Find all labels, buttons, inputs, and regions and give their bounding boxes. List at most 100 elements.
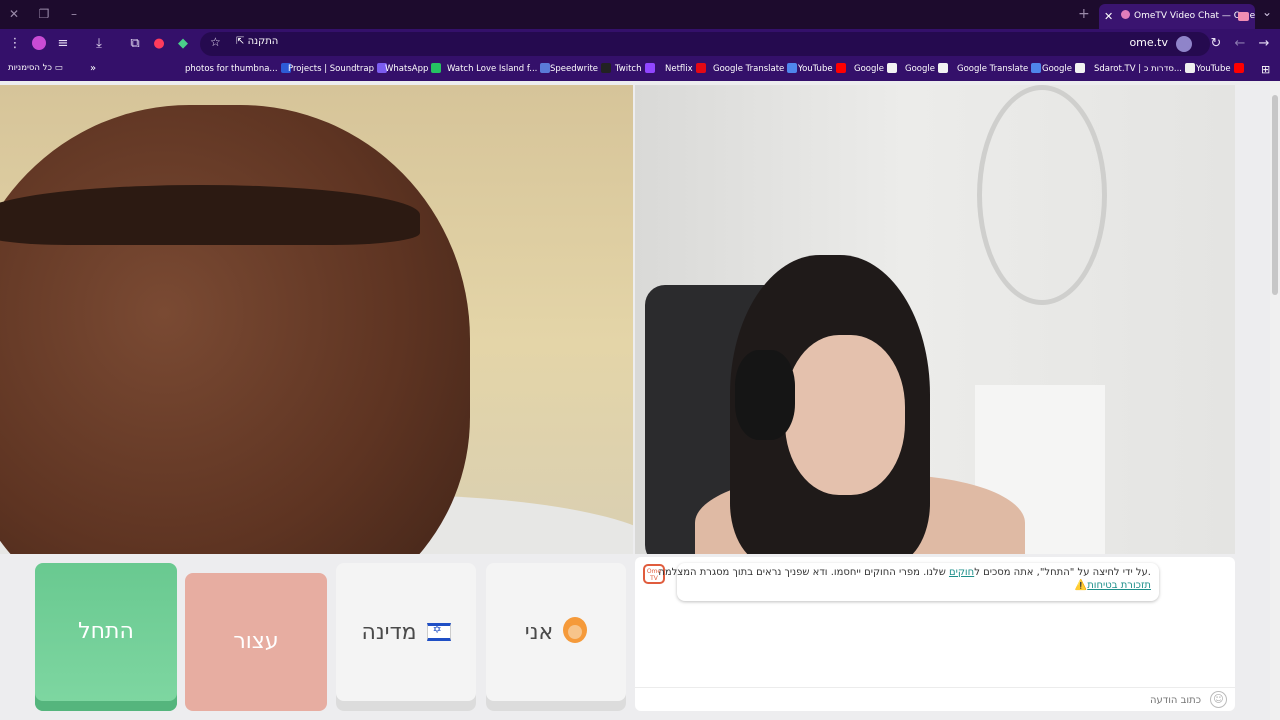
bookmark-favicon-icon xyxy=(1031,63,1042,73)
extension-red-icon[interactable]: ● xyxy=(151,36,167,52)
url-text: ome.tv xyxy=(1129,36,1168,49)
self-video xyxy=(635,85,1235,554)
apps-grid-icon[interactable]: ⊞ xyxy=(1261,63,1270,76)
bookmark-label: YouTube xyxy=(798,64,833,74)
bookmark-item[interactable]: Google xyxy=(854,63,897,74)
install-app-button[interactable]: ⇱ התקנה xyxy=(236,36,278,47)
bookmark-star-icon[interactable]: ☆ xyxy=(210,35,221,49)
bookmark-label: WhatsApp xyxy=(385,64,429,74)
site-info-icon[interactable] xyxy=(1176,36,1192,52)
bookmark-item[interactable]: Google Translate xyxy=(957,63,1042,74)
video-mirror xyxy=(977,85,1107,305)
bookmark-item[interactable]: WhatsApp xyxy=(385,63,442,74)
notice-text: .על ידי לחיצה על "התחל", אתה מסכים לחוקי… xyxy=(658,567,1151,578)
profile-icon[interactable] xyxy=(31,36,47,52)
chat-panel: Ome TV .על ידי לחיצה על "התחל", אתה מסכי… xyxy=(635,557,1235,711)
tab-search-chevron-icon[interactable]: ⌄ xyxy=(1262,5,1272,19)
download-icon[interactable]: ⤓ xyxy=(91,36,107,52)
video-headphones xyxy=(735,350,795,440)
bookmark-item[interactable]: Speedwrite xyxy=(550,63,612,74)
tab-ometv[interactable]: ✕ OmeTV Video Chat — Ome xyxy=(1099,4,1255,29)
bookmark-label: photos for thumbna... xyxy=(185,64,278,74)
bookmark-favicon-icon xyxy=(787,63,798,73)
message-input[interactable] xyxy=(641,691,1201,709)
bookmark-label: YouTube xyxy=(1196,64,1231,74)
bookmark-favicon-icon xyxy=(1185,63,1195,73)
start-label: התחל xyxy=(78,619,134,644)
tab-bar: ✕ ❐ – + ✕ OmeTV Video Chat — Ome ⌄ xyxy=(0,0,1280,29)
bookmark-item[interactable]: Projects | Soundtrap xyxy=(288,63,387,74)
page-scrollbar[interactable] xyxy=(1270,81,1280,720)
bookmark-item[interactable]: Twitch xyxy=(615,63,655,74)
menu-icon[interactable]: ⋮ xyxy=(7,36,23,52)
bookmark-item[interactable]: YouTube xyxy=(1196,63,1244,74)
bookmark-label: Google Translate xyxy=(713,64,785,74)
video-person-face xyxy=(785,335,905,495)
start-button[interactable]: התחל xyxy=(35,563,177,711)
bookmark-item[interactable]: YouTube xyxy=(798,63,846,74)
bookmark-item[interactable]: photos for thumbna... xyxy=(185,63,291,74)
bookmark-favicon-icon xyxy=(601,63,612,73)
chat-input-bar: ☺ xyxy=(635,687,1235,711)
bookmark-item[interactable]: Watch Love Island f... xyxy=(447,63,551,74)
bookmark-label: Projects | Soundtrap xyxy=(288,64,374,74)
emoji-icon[interactable]: ☺ xyxy=(1210,691,1227,708)
bookmark-label: Google xyxy=(905,64,935,74)
forward-icon[interactable]: ← xyxy=(1232,36,1248,52)
country-button[interactable]: מדינה xyxy=(336,563,476,711)
more-bookmarks-icon[interactable]: » xyxy=(90,63,96,74)
ometv-favicon-icon xyxy=(1121,10,1130,19)
bookmark-label: Sdarot.TV | סדרות כ... xyxy=(1094,64,1182,74)
extensions-icon[interactable]: ⧉ xyxy=(127,36,143,52)
rules-link[interactable]: חוקים xyxy=(949,567,974,578)
me-label: אני xyxy=(524,620,554,645)
all-bookmarks-label: כל הסימניות xyxy=(8,63,52,73)
browser-toolbar: ⋮ ≡ ⤓ ⧉ ● ◆ ☆ ⇱ התקנה ome.tv ↻ ← → xyxy=(0,29,1280,59)
partner-video xyxy=(0,85,633,554)
warning-icon: ⚠️ xyxy=(1074,580,1088,591)
reading-list-icon[interactable]: ≡ xyxy=(55,36,71,52)
woman-emoji-icon xyxy=(563,617,588,643)
restore-window-icon[interactable]: ❐ xyxy=(36,6,52,22)
bookmark-item[interactable]: Sdarot.TV | סדרות כ... xyxy=(1094,63,1195,74)
scrollbar-thumb[interactable] xyxy=(1272,95,1278,295)
bookmarks-bar: כל הסימניות ▭ » photos for thumbna... Pr… xyxy=(0,59,1280,81)
bookmark-favicon-icon xyxy=(644,63,655,73)
country-label: מדינה xyxy=(361,620,417,645)
safety-reminder-link[interactable]: תזכורת בטיחות⚠️ xyxy=(685,580,1151,591)
close-window-icon[interactable]: ✕ xyxy=(6,6,22,22)
notice-text-part2: שלנו. מפרי החוקים ייחסמו. ודא שפניך נראי… xyxy=(658,567,949,578)
bookmark-favicon-icon xyxy=(937,63,948,73)
bookmark-label: Google xyxy=(854,64,884,74)
mail-icon xyxy=(1238,12,1249,21)
bookmark-favicon-icon xyxy=(540,63,551,73)
bookmark-favicon-icon xyxy=(886,63,897,73)
minimize-window-icon[interactable]: – xyxy=(66,6,82,22)
tab-title: OmeTV Video Chat — Ome xyxy=(1134,11,1255,21)
bookmark-label: Netflix xyxy=(665,64,693,74)
bookmark-favicon-icon xyxy=(431,63,442,73)
all-bookmarks-button[interactable]: כל הסימניות ▭ xyxy=(8,63,63,73)
bookmark-label: Twitch xyxy=(615,64,642,74)
notice-text-part1: .על ידי לחיצה על "התחל", אתה מסכים ל xyxy=(974,567,1151,578)
bookmark-favicon-icon xyxy=(695,63,706,73)
stop-button[interactable]: עצור xyxy=(185,573,327,711)
close-tab-icon[interactable]: ✕ xyxy=(1104,4,1113,29)
israel-flag-icon xyxy=(426,623,451,641)
bookmark-item[interactable]: Google xyxy=(905,63,948,74)
system-notice-bubble: .על ידי לחיצה על "התחל", אתה מסכים לחוקי… xyxy=(658,563,1159,601)
video-figure-hair xyxy=(0,185,420,245)
address-bar[interactable]: ☆ ⇱ התקנה ome.tv xyxy=(200,32,1210,56)
bookmark-item[interactable]: Google xyxy=(1042,63,1085,74)
bookmark-item[interactable]: Netflix xyxy=(665,63,706,74)
extension-shield-icon[interactable]: ◆ xyxy=(175,36,191,52)
new-tab-icon[interactable]: + xyxy=(1078,6,1090,22)
gender-me-button[interactable]: אני xyxy=(486,563,626,711)
bookmark-item[interactable]: Google Translate xyxy=(713,63,798,74)
reload-icon[interactable]: ↻ xyxy=(1208,36,1224,52)
bookmark-label: Speedwrite xyxy=(550,64,599,74)
back-icon[interactable]: → xyxy=(1256,36,1272,52)
bookmark-label: Watch Love Island f... xyxy=(447,64,538,74)
folder-icon: ▭ xyxy=(54,63,63,73)
bookmark-favicon-icon xyxy=(1233,63,1244,73)
